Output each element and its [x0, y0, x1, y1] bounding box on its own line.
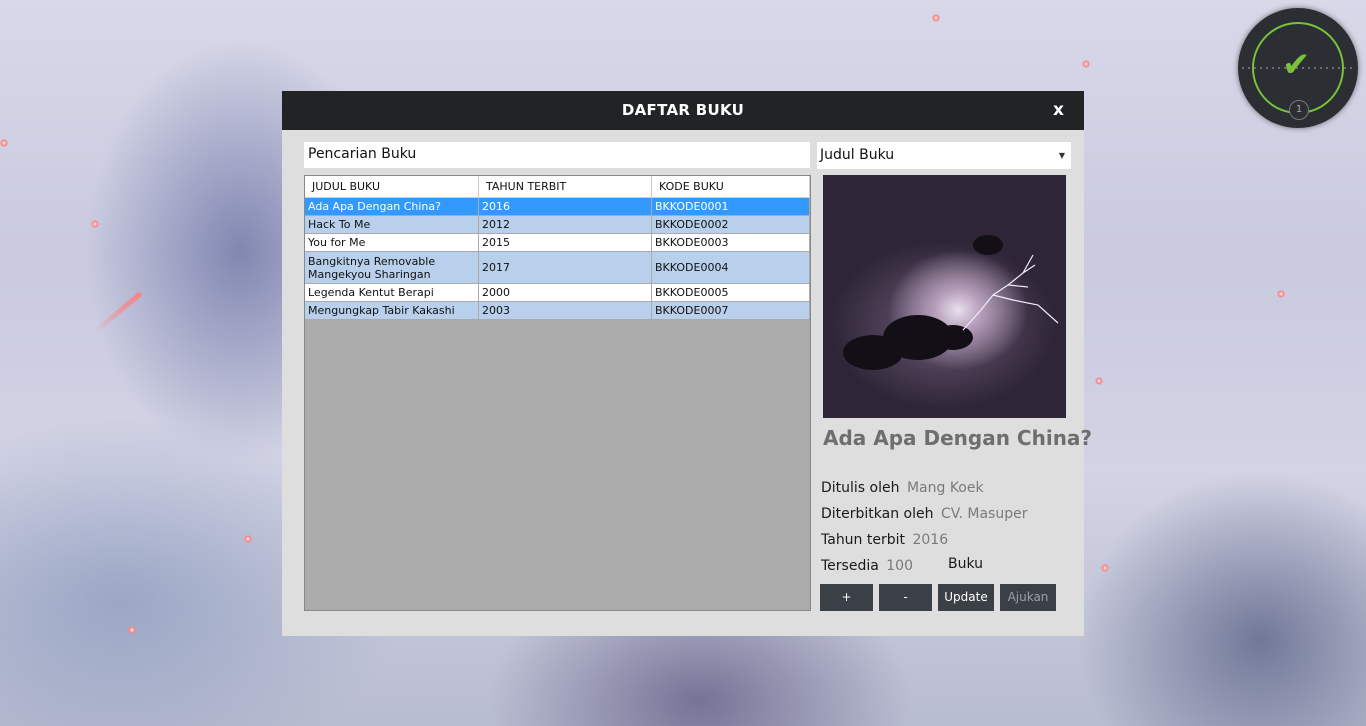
cell-code[interactable]: BKKODE0002: [651, 215, 810, 234]
background-spark: [1095, 377, 1103, 385]
background-spark: [1101, 564, 1109, 572]
cell-year[interactable]: 2015: [478, 233, 652, 252]
column-header-title[interactable]: JUDUL BUKU: [305, 176, 479, 198]
year-row: Tahun terbit 2016: [821, 532, 948, 548]
cell-code[interactable]: BKKODE0007: [651, 301, 810, 320]
cell-title[interactable]: Hack To Me: [305, 215, 479, 234]
background-spark: [1277, 290, 1285, 298]
cell-title[interactable]: You for Me: [305, 233, 479, 252]
stock-value: 100: [886, 558, 913, 574]
table-row[interactable]: Bangkitnya Removable Mangekyou Sharingan…: [305, 251, 810, 284]
stock-row: Tersedia 100: [821, 558, 913, 574]
decrement-button[interactable]: -: [879, 584, 932, 611]
table-row[interactable]: Hack To Me 2012 BKKODE0002: [305, 215, 810, 234]
book-list-dialog: DAFTAR BUKU x Pencarian Buku Judul Buku …: [282, 91, 1092, 636]
close-icon[interactable]: x: [1053, 91, 1064, 130]
table-header-row: JUDUL BUKU TAHUN TERBIT KODE BUKU: [305, 176, 810, 198]
cell-code[interactable]: BKKODE0001: [651, 197, 810, 216]
search-input[interactable]: Pencarian Buku: [304, 142, 810, 168]
background-spark: [932, 14, 940, 22]
background-spark: [128, 626, 136, 634]
background-streak: [93, 291, 143, 334]
background-spark: [0, 139, 8, 147]
increment-button[interactable]: +: [820, 584, 873, 611]
table-row[interactable]: Mengungkap Tabir Kakashi 2003 BKKODE0007: [305, 301, 810, 320]
background-spark: [91, 220, 99, 228]
submit-button[interactable]: Ajukan: [1000, 584, 1056, 611]
cell-code[interactable]: BKKODE0003: [651, 233, 810, 252]
book-table[interactable]: JUDUL BUKU TAHUN TERBIT KODE BUKU Ada Ap…: [304, 175, 811, 611]
publisher-row: Diterbitkan oleh CV. Masuper: [821, 506, 1027, 522]
stock-label: Tersedia: [821, 558, 879, 574]
cell-title[interactable]: Bangkitnya Removable Mangekyou Sharingan: [305, 251, 479, 284]
year-value: 2016: [912, 532, 949, 548]
publisher-label: Diterbitkan oleh: [821, 506, 934, 522]
book-cover-image: [823, 175, 1066, 418]
cell-title[interactable]: Legenda Kentut Berapi: [305, 283, 479, 302]
author-value: Mang Koek: [906, 480, 984, 496]
background-spark: [1082, 60, 1090, 68]
lightning-icon: [962, 254, 1059, 331]
cell-year[interactable]: 2000: [478, 283, 652, 302]
widget-count-badge: 1: [1289, 100, 1309, 120]
cell-title[interactable]: Ada Apa Dengan China?: [305, 197, 479, 216]
cell-year[interactable]: 2012: [478, 215, 652, 234]
update-button[interactable]: Update: [938, 584, 994, 611]
dialog-titlebar: DAFTAR BUKU x: [282, 91, 1084, 130]
author-row: Ditulis oleh Mang Koek: [821, 480, 984, 496]
cell-title[interactable]: Mengungkap Tabir Kakashi: [305, 301, 479, 320]
background-spark: [244, 535, 252, 543]
table-row[interactable]: Legenda Kentut Berapi 2000 BKKODE0005: [305, 283, 810, 302]
table-row[interactable]: Ada Apa Dengan China? 2016 BKKODE0001: [305, 197, 810, 216]
chevron-down-icon[interactable]: ▼: [1055, 143, 1069, 168]
stock-unit: Buku: [948, 556, 984, 572]
cell-code[interactable]: BKKODE0005: [651, 283, 810, 302]
status-widget[interactable]: ✔ 1: [1238, 8, 1358, 128]
cell-code[interactable]: BKKODE0004: [651, 251, 810, 284]
table-row[interactable]: You for Me 2015 BKKODE0003: [305, 233, 810, 252]
cell-year[interactable]: 2017: [478, 251, 652, 284]
check-icon: ✔: [1282, 45, 1311, 85]
search-field-select[interactable]: Judul Buku ▼: [817, 142, 1071, 169]
publisher-value: CV. Masuper: [940, 506, 1028, 522]
column-header-year[interactable]: TAHUN TERBIT: [478, 176, 652, 198]
cell-year[interactable]: 2003: [478, 301, 652, 320]
book-detail-title: Ada Apa Dengan China?: [823, 426, 1093, 450]
year-label: Tahun terbit: [821, 532, 906, 548]
column-header-code[interactable]: KODE BUKU: [651, 176, 810, 198]
cell-year[interactable]: 2016: [478, 197, 652, 216]
author-label: Ditulis oleh: [821, 480, 900, 496]
search-field-selected: Judul Buku: [820, 147, 895, 163]
dialog-title: DAFTAR BUKU: [621, 101, 745, 119]
